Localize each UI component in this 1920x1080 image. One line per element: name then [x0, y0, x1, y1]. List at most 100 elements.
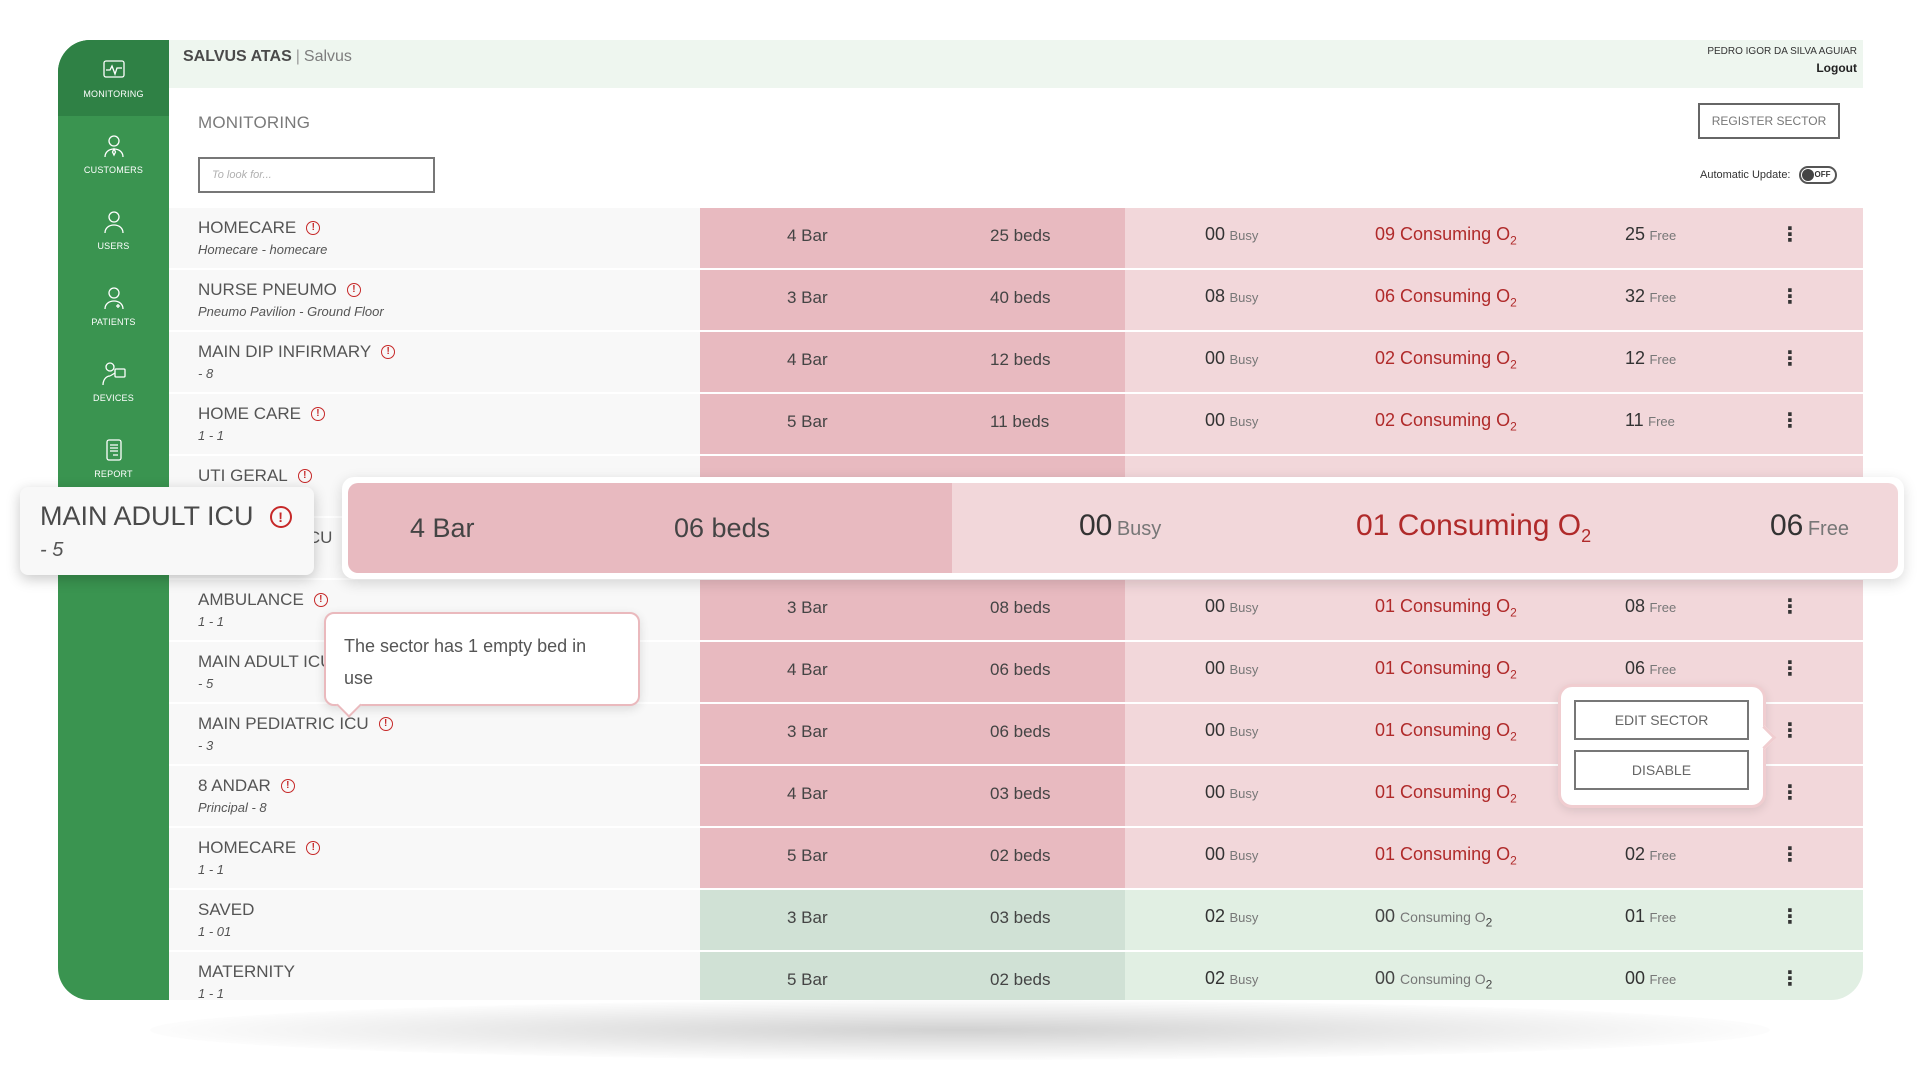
capacity-cell: 5 Bar 02 beds: [700, 952, 1125, 1000]
row-menu-icon[interactable]: ⋮: [1780, 408, 1800, 433]
row-menu-icon[interactable]: ⋮: [1780, 284, 1800, 309]
table-row[interactable]: HOMECARE! Homecare - homecare 4 Bar 25 beds…: [169, 208, 1863, 268]
alert-icon[interactable]: !: [280, 779, 295, 793]
sidebar-item-devices[interactable]: DEVICES: [58, 344, 169, 420]
logout-link[interactable]: Logout: [1707, 61, 1857, 75]
busy-count: 00 Busy: [1205, 720, 1259, 740]
sector-name-text: HOMECARE: [198, 838, 297, 857]
sector-name: HOME CARE!: [198, 404, 325, 424]
sidebar-item-users[interactable]: USERS: [58, 192, 169, 268]
sector-name-cell: MAIN PEDIATRIC ICU! - 3: [169, 704, 700, 764]
highlight-sector-row[interactable]: 4 Bar 06 beds 00 Busy 01 Consuming O2 06…: [342, 477, 1904, 579]
sector-location: - 8: [198, 366, 214, 381]
table-row[interactable]: MATERNITY 1 - 1 5 Bar 02 beds 02 Busy 00 Cons…: [169, 952, 1863, 1000]
free-count: 06 Free: [1625, 658, 1677, 678]
consuming-o2-count: 01 Consuming O2: [1375, 782, 1517, 806]
sector-name: AMBULANCE!: [198, 590, 328, 610]
capacity-cell: 4 Bar 03 beds: [700, 766, 1125, 826]
alert-icon: !: [269, 505, 292, 528]
sector-name-text: MATERNITY: [198, 962, 295, 981]
sector-name-text: SAVED: [198, 900, 255, 919]
consuming-o2-count: 02 Consuming O2: [1375, 348, 1517, 372]
sector-location: Homecare - homecare: [198, 242, 328, 257]
table-row[interactable]: HOMECARE! 1 - 1 5 Bar 02 beds 00 Busy 01 Cons…: [169, 828, 1863, 888]
free-count: 25 Free: [1625, 224, 1677, 244]
alert-icon[interactable]: !: [313, 593, 328, 607]
status-cell: 00 Busy 01 Consuming O2 08 Free ⋮: [1125, 580, 1863, 640]
status-cell: 00 Busy 09 Consuming O2 25 Free ⋮: [1125, 208, 1863, 268]
sidebar-item-report[interactable]: REPORT: [58, 420, 169, 496]
alert-icon[interactable]: !: [378, 717, 393, 731]
table-row[interactable]: MAIN DIP INFIRMARY! - 8 4 Bar 12 beds 00 Bus…: [169, 332, 1863, 392]
row-menu-icon[interactable]: ⋮: [1780, 594, 1800, 619]
sector-name: SAVED: [198, 900, 254, 920]
row-menu-icon[interactable]: ⋮: [1780, 966, 1800, 991]
row-menu-icon[interactable]: ⋮: [1780, 346, 1800, 371]
alert-icon[interactable]: !: [310, 407, 325, 421]
alert-icon[interactable]: !: [346, 283, 361, 297]
consuming-o2-count: 01 Consuming O2: [1375, 844, 1517, 868]
bar-value: 3 Bar: [787, 598, 828, 617]
row-menu-icon[interactable]: ⋮: [1780, 718, 1800, 743]
alert-icon[interactable]: !: [306, 841, 321, 855]
consuming-o2-count: 00 Consuming O2: [1375, 968, 1493, 992]
sector-table: HOMECARE! Homecare - homecare 4 Bar 25 beds…: [169, 208, 1863, 1000]
free-count: 32 Free: [1625, 286, 1677, 306]
bar-value: 3 Bar: [787, 288, 828, 307]
consuming-o2-count: 02 Consuming O2: [1375, 410, 1517, 434]
bar-value: 4 Bar: [787, 226, 828, 245]
busy-count: 00 Busy: [1079, 509, 1162, 542]
consuming-o2-count: 00 Consuming O2: [1375, 906, 1493, 930]
beds-value: 06 beds: [990, 660, 1051, 679]
search-input[interactable]: [198, 157, 435, 193]
register-sector-button[interactable]: REGISTER SECTOR: [1698, 103, 1840, 139]
sector-name: NURSE PNEUMO!: [198, 280, 361, 300]
alert-icon[interactable]: !: [306, 221, 321, 235]
free-count: 11 Free: [1625, 410, 1675, 430]
beds-value: 25 beds: [990, 226, 1051, 245]
sector-name-cell: HOMECARE! 1 - 1: [169, 828, 700, 888]
sector-location: 1 - 1: [198, 986, 225, 1000]
patient-icon: [103, 287, 124, 310]
free-count: 12 Free: [1625, 348, 1677, 368]
auto-update-label: Automatic Update:: [1700, 169, 1791, 181]
sector-name: HOMECARE!: [198, 838, 321, 858]
edit-sector-button[interactable]: EDIT SECTOR: [1574, 700, 1749, 740]
row-menu-icon[interactable]: ⋮: [1780, 780, 1800, 805]
table-row[interactable]: SAVED 1 - 01 3 Bar 03 beds 02 Busy 00 Consumi…: [169, 890, 1863, 950]
card-shadow: [150, 1000, 1770, 1060]
capacity-cell: 3 Bar 03 beds: [700, 890, 1125, 950]
row-menu-icon[interactable]: ⋮: [1780, 656, 1800, 681]
table-row[interactable]: HOME CARE! 1 - 1 5 Bar 11 beds 00 Busy 02 Con…: [169, 394, 1863, 454]
status-cell: 00 Busy 01 Consuming O2 06 Free: [952, 483, 1898, 573]
capacity-cell: 4 Bar 06 beds: [700, 642, 1125, 702]
busy-count: 02 Busy: [1205, 968, 1259, 988]
sidebar-item-patients[interactable]: PATIENTS: [58, 268, 169, 344]
capacity-cell: 3 Bar 40 beds: [700, 270, 1125, 330]
user-icon: [103, 211, 124, 234]
alert-icon[interactable]: !: [297, 469, 312, 483]
alert-icon[interactable]: !: [381, 345, 396, 359]
disable-sector-button[interactable]: DISABLE: [1574, 750, 1749, 790]
bar-value: 4 Bar: [787, 660, 828, 679]
bar-value: 4 Bar: [410, 513, 475, 543]
sidebar-item-monitoring[interactable]: MONITORING: [58, 40, 169, 116]
sidebar-item-label: DEVICES: [93, 393, 134, 403]
highlight-sector-name-card[interactable]: MAIN ADULT ICU! - 5: [20, 487, 314, 575]
beds-value: 02 beds: [990, 970, 1051, 989]
sector-name: MATERNITY: [198, 962, 295, 982]
status-cell: 00 Busy 02 Consuming O2 11 Free ⋮: [1125, 394, 1863, 454]
row-menu-icon[interactable]: ⋮: [1780, 904, 1800, 929]
row-menu-icon[interactable]: ⋮: [1780, 842, 1800, 867]
sidebar-item-label: REPORT: [94, 469, 133, 479]
busy-count: 00 Busy: [1205, 658, 1259, 678]
auto-update-toggle[interactable]: OFF: [1798, 166, 1837, 184]
sector-name: 8 ANDAR!: [198, 776, 295, 796]
sidebar-item-customers[interactable]: CUSTOMERS: [58, 116, 169, 192]
sector-name: MAIN ADULT ICU!: [40, 501, 292, 532]
row-menu-icon[interactable]: ⋮: [1780, 222, 1800, 247]
table-row[interactable]: NURSE PNEUMO! Pneumo Pavilion - Ground Fl…: [169, 270, 1863, 330]
beds-value: 02 beds: [990, 846, 1051, 865]
bar-value: 3 Bar: [787, 722, 828, 741]
user-name: PEDRO IGOR DA SILVA AGUIAR: [1707, 46, 1857, 57]
